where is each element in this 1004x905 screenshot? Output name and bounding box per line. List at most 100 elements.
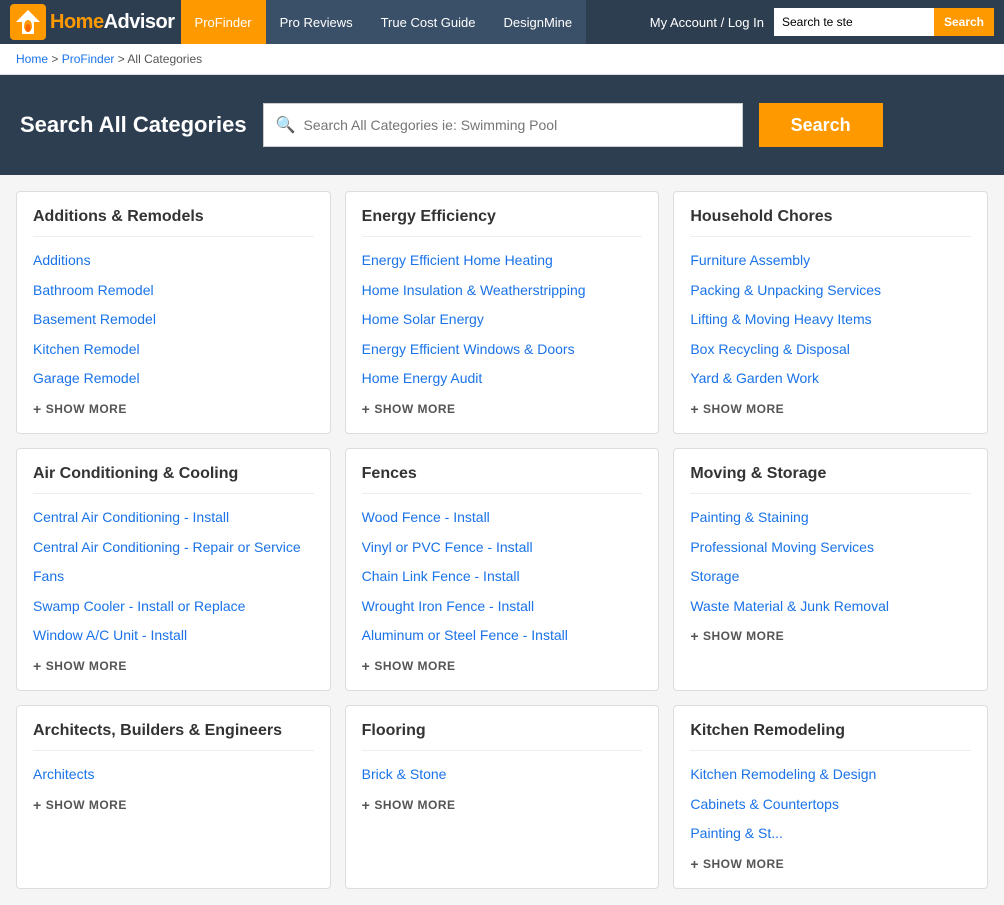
category-link[interactable]: Basement Remodel [33,310,314,330]
plus-icon: + [690,856,699,872]
list-item: Wrought Iron Fence - Install [362,597,643,617]
show-more-button[interactable]: + SHOW MORE [33,658,314,674]
show-more-button[interactable]: + SHOW MORE [362,797,643,813]
list-item: Swamp Cooler - Install or Replace [33,597,314,617]
category-link[interactable]: Wrought Iron Fence - Install [362,597,643,617]
category-link[interactable]: Central Air Conditioning - Repair or Ser… [33,538,314,558]
breadcrumb-profinder[interactable]: ProFinder [62,52,115,66]
show-more-button[interactable]: + SHOW MORE [362,658,643,674]
category-card-air-conditioning: Air Conditioning & Cooling Central Air Co… [16,448,331,691]
search-section: Search All Categories 🔍 Search [0,75,1004,175]
show-more-button[interactable]: + SHOW MORE [690,628,971,644]
show-more-button[interactable]: + SHOW MORE [33,797,314,813]
category-title: Kitchen Remodeling [690,722,971,751]
category-link[interactable]: Professional Moving Services [690,538,971,558]
category-link[interactable]: Kitchen Remodel [33,340,314,360]
show-more-button[interactable]: + SHOW MORE [362,401,643,417]
category-link[interactable]: Storage [690,567,971,587]
category-list: Wood Fence - Install Vinyl or PVC Fence -… [362,508,643,646]
category-card-kitchen-remodeling: Kitchen Remodeling Kitchen Remodeling & D… [673,705,988,889]
list-item: Kitchen Remodeling & Design [690,765,971,785]
nav-true-cost[interactable]: True Cost Guide [367,0,490,44]
search-bar: 🔍 [263,103,743,147]
category-list: Painting & Staining Professional Moving S… [690,508,971,616]
search-input[interactable] [304,117,730,133]
category-card-additions-remodels: Additions & Remodels Additions Bathroom Re… [16,191,331,434]
category-link[interactable]: Home Insulation & Weatherstripping [362,281,643,301]
logo[interactable]: HomeAdvisor [10,4,175,40]
category-list: Kitchen Remodeling & Design Cabinets & Co… [690,765,971,844]
nav-designmine[interactable]: DesignMine [490,0,587,44]
nav-profinder[interactable]: ProFinder [181,0,266,44]
nav-search-input[interactable] [774,8,934,36]
category-link[interactable]: Central Air Conditioning - Install [33,508,314,528]
nav-account-login[interactable]: My Account / Log In [650,15,764,30]
show-more-button[interactable]: + SHOW MORE [690,401,971,417]
category-card-household-chores: Household ChoresFurniture AssemblyPackin… [673,191,988,434]
plus-icon: + [33,658,42,674]
category-link[interactable]: Painting & St... [690,824,971,844]
category-link[interactable]: Aluminum or Steel Fence - Install [362,626,643,646]
list-item: Fans [33,567,314,587]
category-title: Flooring [362,722,643,751]
category-link[interactable]: Home Energy Audit [362,369,643,389]
plus-icon: + [33,797,42,813]
list-item: Basement Remodel [33,310,314,330]
category-link[interactable]: Window A/C Unit - Install [33,626,314,646]
category-link[interactable]: Lifting & Moving Heavy Items [690,310,971,330]
category-link[interactable]: Yard & Garden Work [690,369,971,389]
list-item: Additions [33,251,314,271]
list-item: Energy Efficient Windows & Doors [362,340,643,360]
list-item: Storage [690,567,971,587]
category-link[interactable]: Energy Efficient Home Heating [362,251,643,271]
category-card-fences: FencesWood Fence - InstallVinyl or PVC F… [345,448,660,691]
breadcrumb-home[interactable]: Home [16,52,48,66]
category-link[interactable]: Fans [33,567,314,587]
category-link[interactable]: Cabinets & Countertops [690,795,971,815]
list-item: Box Recycling & Disposal [690,340,971,360]
list-item: Brick & Stone [362,765,643,785]
category-card-energy-efficiency: Energy Efficiency Energy Efficient Home H… [345,191,660,434]
category-card-flooring: Flooring Brick & Stone + SHOW MORE [345,705,660,889]
show-more-button[interactable]: + SHOW MORE [690,856,971,872]
category-link[interactable]: Garage Remodel [33,369,314,389]
category-link[interactable]: Packing & Unpacking Services [690,281,971,301]
category-list: Central Air Conditioning - Install Centra… [33,508,314,646]
logo-text: HomeAdvisor [50,11,175,34]
category-link[interactable]: Additions [33,251,314,271]
show-more-button[interactable]: + SHOW MORE [33,401,314,417]
category-link[interactable]: Waste Material & Junk Removal [690,597,971,617]
search-button[interactable]: Search [759,103,883,147]
list-item: Furniture Assembly [690,251,971,271]
categories-grid: Additions & Remodels Additions Bathroom Re… [0,175,1004,905]
category-link[interactable]: Chain Link Fence - Install [362,567,643,587]
category-link[interactable]: Vinyl or PVC Fence - Install [362,538,643,558]
category-link[interactable]: Box Recycling & Disposal [690,340,971,360]
category-title: Energy Efficiency [362,208,643,237]
list-item: Packing & Unpacking Services [690,281,971,301]
category-link[interactable]: Home Solar Energy [362,310,643,330]
nav-pro-reviews[interactable]: Pro Reviews [266,0,367,44]
list-item: Professional Moving Services [690,538,971,558]
category-list: Additions Bathroom Remodel Basement Remode… [33,251,314,389]
category-list: Energy Efficient Home Heating Home Insula… [362,251,643,389]
list-item: Lifting & Moving Heavy Items [690,310,971,330]
category-link[interactable]: Architects [33,765,314,785]
category-card-architects: Architects, Builders & Engineers Architec… [16,705,331,889]
category-list: Brick & Stone [362,765,643,785]
category-link[interactable]: Swamp Cooler - Install or Replace [33,597,314,617]
category-title: Additions & Remodels [33,208,314,237]
category-list: Architects [33,765,314,785]
category-link[interactable]: Energy Efficient Windows & Doors [362,340,643,360]
category-title: Architects, Builders & Engineers [33,722,314,751]
category-title: Air Conditioning & Cooling [33,465,314,494]
category-link[interactable]: Furniture Assembly [690,251,971,271]
plus-icon: + [362,658,371,674]
category-link[interactable]: Wood Fence - Install [362,508,643,528]
category-link[interactable]: Painting & Staining [690,508,971,528]
category-link[interactable]: Kitchen Remodeling & Design [690,765,971,785]
list-item: Central Air Conditioning - Repair or Ser… [33,538,314,558]
nav-search-button[interactable]: Search [934,8,994,36]
category-link[interactable]: Brick & Stone [362,765,643,785]
category-link[interactable]: Bathroom Remodel [33,281,314,301]
